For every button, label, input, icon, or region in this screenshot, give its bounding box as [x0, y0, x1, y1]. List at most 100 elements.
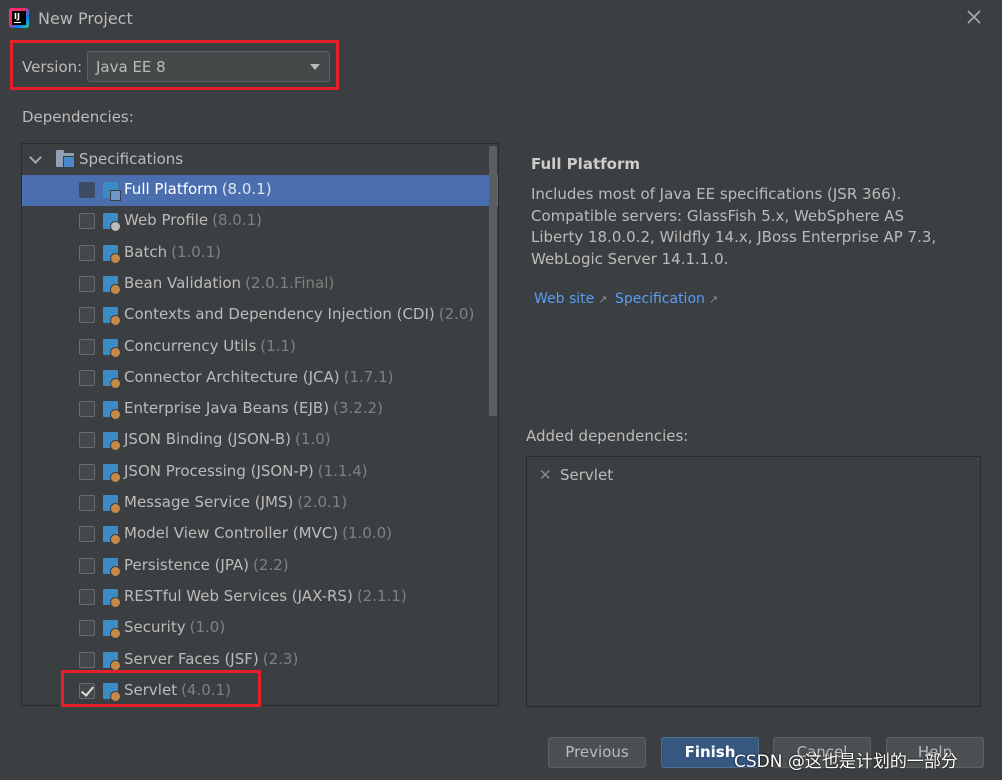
previous-button[interactable]: Previous: [548, 737, 646, 768]
item-name: Connector Architecture (JCA): [124, 367, 340, 386]
tree-item-label: Contexts and Dependency Injection (CDI)(…: [124, 305, 474, 323]
dependencies-label: Dependencies:: [22, 108, 134, 126]
watermark: CSDN @这也是计划的一部分: [734, 752, 958, 772]
tree-item-label: Bean Validation (2.0.1.Final): [124, 274, 334, 292]
checkbox[interactable]: [79, 463, 95, 480]
tree-item[interactable]: JSON Processing (JSON-P) (1.1.4): [22, 457, 498, 488]
checkbox[interactable]: [79, 307, 95, 324]
tree-item[interactable]: Contexts and Dependency Injection (CDI)(…: [22, 300, 498, 331]
dependencies-tree[interactable]: Specifications Full Platform (8.0.1) Web P…: [21, 143, 499, 706]
checkbox[interactable]: [79, 369, 95, 386]
close-icon[interactable]: [963, 6, 985, 28]
checkbox[interactable]: [79, 651, 95, 668]
library-icon: [103, 432, 121, 452]
item-version: (3.2.2): [333, 399, 383, 418]
tree-item[interactable]: Web Profile (8.0.1): [22, 206, 498, 237]
tree-item[interactable]: Enterprise Java Beans (EJB) (3.2.2): [22, 394, 498, 425]
detail-description: Includes most of Java EE specifications …: [531, 185, 937, 268]
detail-title: Full Platform: [531, 155, 640, 173]
tree-item-label: JSON Processing (JSON-P) (1.1.4): [124, 462, 368, 480]
item-version: (1.0.1): [171, 242, 221, 261]
item-version: (1.7.1): [343, 367, 394, 386]
tree-item[interactable]: Model View Controller (MVC) (1.0.0): [22, 519, 498, 550]
tree-item-label: Connector Architecture (JCA) (1.7.1): [124, 368, 393, 386]
item-version: (2.0.1): [297, 493, 348, 511]
tree-item[interactable]: Persistence (JPA) (2.2): [22, 551, 498, 582]
checkbox[interactable]: [79, 526, 95, 543]
external-link-icon: ↗: [708, 293, 719, 306]
item-version: (1.0): [295, 430, 331, 449]
library-icon: [103, 557, 121, 577]
website-link-label[interactable]: Web site: [534, 291, 594, 307]
item-name: Model View Controller (MVC): [124, 524, 339, 543]
tree-item-label: JSON Binding (JSON-B) (1.0): [124, 430, 331, 448]
item-version: (1.1.4): [317, 461, 368, 480]
library-icon: [103, 526, 121, 546]
item-name: Security: [124, 618, 186, 637]
specification-link[interactable]: Specification ↗: [615, 291, 718, 307]
added-dependencies-list: ✕ Servlet: [526, 456, 981, 707]
checkbox[interactable]: [79, 432, 95, 449]
tree-item-label: Batch (1.0.1): [124, 243, 221, 261]
item-name: Full Platform: [124, 180, 218, 198]
checkbox[interactable]: [79, 182, 95, 198]
library-icon: [103, 369, 121, 389]
library-icon: [103, 275, 121, 295]
tree-item[interactable]: Bean Validation (2.0.1.Final): [22, 269, 498, 300]
tree-item-label: Server Faces (JSF) (2.3): [124, 650, 298, 668]
version-label: Version:: [22, 58, 83, 76]
library-icon: [103, 588, 121, 608]
library-icon: [103, 495, 121, 514]
window-title: New Project: [38, 9, 133, 28]
item-name: Contexts and Dependency Injection (CDI): [124, 305, 435, 324]
tree-item[interactable]: Full Platform (8.0.1): [22, 175, 498, 206]
tree-item[interactable]: Batch (1.0.1): [22, 238, 498, 269]
scrollbar-thumb[interactable]: [489, 146, 497, 416]
tree-item[interactable]: RESTful Web Services (JAX-RS) (2.1.1): [22, 582, 498, 613]
item-version: (1.0): [189, 618, 226, 637]
library-icon: [103, 401, 121, 421]
library-icon: [103, 213, 121, 233]
chevron-expanded-icon[interactable]: [29, 151, 42, 164]
tree-item-label: Web Profile (8.0.1): [124, 211, 262, 229]
tree-item-label: Message Service (JMS) (2.0.1): [124, 493, 347, 511]
item-version: (2.0): [438, 305, 475, 324]
added-dependency-item: Servlet: [560, 466, 614, 484]
specification-link-label[interactable]: Specification: [615, 291, 705, 307]
item-name: Server Faces (JSF): [124, 649, 259, 668]
checkbox[interactable]: [79, 275, 95, 292]
item-version: (1.1): [260, 336, 296, 355]
checkbox[interactable]: [79, 495, 95, 511]
title-bar: IJ New Project: [0, 0, 1002, 36]
website-link[interactable]: Web site ↗: [534, 291, 607, 307]
tree-item-label: RESTful Web Services (JAX-RS) (2.1.1): [124, 587, 407, 605]
item-version: (8.0.1): [212, 211, 262, 230]
version-dropdown[interactable]: Java EE 8: [87, 51, 330, 82]
item-name: Message Service (JMS): [124, 493, 294, 511]
tree-item[interactable]: Connector Architecture (JCA) (1.7.1): [22, 363, 498, 394]
checkbox[interactable]: [79, 401, 95, 418]
remove-icon[interactable]: ✕: [539, 466, 552, 484]
library-icon: [103, 244, 121, 264]
checkbox[interactable]: [79, 338, 95, 355]
item-name: Bean Validation: [124, 273, 242, 292]
checkbox[interactable]: [79, 588, 95, 605]
tree-item[interactable]: JSON Binding (JSON-B) (1.0): [22, 425, 498, 456]
checkbox[interactable]: [79, 620, 95, 637]
library-icon: [103, 463, 121, 483]
item-name: JSON Processing (JSON-P): [124, 461, 314, 480]
chevron-down-icon: [310, 64, 320, 70]
checkbox[interactable]: [79, 557, 95, 574]
checkbox[interactable]: [79, 244, 95, 261]
tree-item[interactable]: Concurrency Utils (1.1): [22, 332, 498, 363]
item-version: (2.3): [262, 649, 299, 668]
tree-item[interactable]: Message Service (JMS) (2.0.1): [22, 488, 498, 519]
tree-item-label: Concurrency Utils (1.1): [124, 337, 296, 355]
tree-item-label: Enterprise Java Beans (EJB) (3.2.2): [124, 399, 383, 417]
tree-root-specifications[interactable]: Specifications: [22, 147, 498, 173]
tree-item[interactable]: Security (1.0): [22, 613, 498, 644]
checkbox[interactable]: [79, 213, 95, 230]
library-icon: [103, 651, 121, 671]
tree-item-label: Model View Controller (MVC) (1.0.0): [124, 524, 392, 542]
item-name: RESTful Web Services (JAX-RS): [124, 586, 353, 605]
